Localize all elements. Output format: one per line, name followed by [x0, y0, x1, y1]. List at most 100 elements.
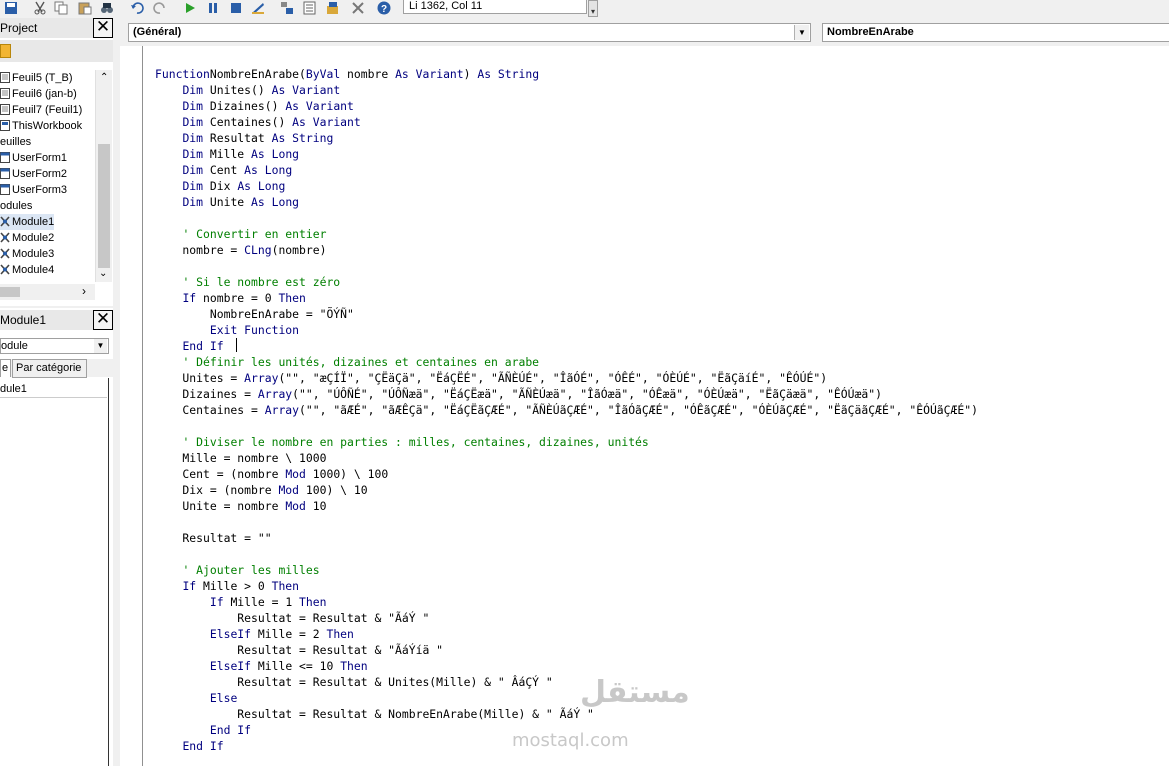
- code-line[interactable]: Dim Resultat As String: [155, 130, 978, 146]
- tree-item-userform1[interactable]: UserForm1: [0, 150, 67, 166]
- code-line[interactable]: ' Si le nombre est zéro: [155, 274, 978, 290]
- code-line[interactable]: If Mille > 0 Then: [155, 578, 978, 594]
- code-line[interactable]: ' Convertir en entier: [155, 226, 978, 242]
- code-line[interactable]: FunctionNombreEnArabe(ByVal nombre As Va…: [155, 66, 978, 82]
- redo-icon[interactable]: [153, 1, 167, 15]
- code-line[interactable]: Dim Unite As Long: [155, 194, 978, 210]
- chevron-down-icon[interactable]: ▼: [94, 339, 107, 353]
- project-horizontal-scrollbar[interactable]: ›: [0, 284, 95, 300]
- code-line[interactable]: ElseIf Mille <= 10 Then: [155, 658, 978, 674]
- toolbox-icon[interactable]: [351, 1, 365, 15]
- code-line[interactable]: NombreEnArabe = "ÕÝÑ": [155, 306, 978, 322]
- code-line[interactable]: Dix = (nombre Mod 100) \ 10: [155, 482, 978, 498]
- tree-item-module1[interactable]: Module1: [0, 214, 55, 230]
- tree-item-module3[interactable]: Module3: [0, 246, 54, 262]
- close-project-button[interactable]: ✕: [93, 18, 113, 38]
- code-line[interactable]: ' Définir les unités, dizaines et centai…: [155, 354, 978, 370]
- code-line[interactable]: [155, 514, 978, 530]
- code-window[interactable]: FunctionNombreEnArabe(ByVal nombre As Va…: [120, 46, 1169, 766]
- save-icon[interactable]: [4, 1, 18, 15]
- code-line[interactable]: Resultat = Resultat & NombreEnArabe(Mill…: [155, 706, 978, 722]
- chevron-down-icon[interactable]: ▼: [794, 25, 809, 40]
- code-line[interactable]: Dim Unites() As Variant: [155, 82, 978, 98]
- tree-item-userform2[interactable]: UserForm2: [0, 166, 67, 182]
- code-line[interactable]: Resultat = "": [155, 530, 978, 546]
- scroll-right-icon[interactable]: ›: [82, 284, 86, 298]
- close-properties-button[interactable]: ✕: [93, 310, 113, 330]
- tree-item-feuil7-feuil1[interactable]: Feuil7 (Feuil1): [0, 102, 82, 118]
- code-keyword: As Long: [244, 163, 293, 177]
- cut-icon[interactable]: [33, 1, 47, 15]
- run-icon[interactable]: [183, 1, 197, 15]
- tree-item-userform3[interactable]: UserForm3: [0, 182, 67, 198]
- tree-item-module4[interactable]: Module4: [0, 262, 54, 278]
- splitter[interactable]: [113, 18, 120, 766]
- code-line[interactable]: Resultat = Resultat & Unites(Mille) & " …: [155, 674, 978, 690]
- code-line[interactable]: If Mille = 1 Then: [155, 594, 978, 610]
- tree-item-thisworkbook[interactable]: ThisWorkbook: [0, 118, 82, 134]
- project-explorer-icon[interactable]: [280, 1, 294, 15]
- code-line[interactable]: Dizaines = Array("", "ÚÔÑÉ", "ÚÔÑæä", "Ë…: [155, 386, 978, 402]
- procedure-selector[interactable]: NombreEnArabe: [822, 23, 1169, 42]
- form-icon: [0, 168, 10, 179]
- code-text-segment: [155, 659, 210, 673]
- code-line[interactable]: Dim Cent As Long: [155, 162, 978, 178]
- code-line[interactable]: Unites = Array("", "æÇÍÏ", "ÇËäÇä", "ËáÇ…: [155, 370, 978, 386]
- paste-icon[interactable]: [78, 1, 92, 15]
- h-scroll-thumb[interactable]: [0, 287, 20, 297]
- tab-categorized[interactable]: Par catégorie: [12, 359, 87, 378]
- code-line[interactable]: If nombre = 0 Then: [155, 290, 978, 306]
- code-line[interactable]: Dim Centaines() As Variant: [155, 114, 978, 130]
- code-line[interactable]: End If: [155, 338, 978, 354]
- code-line[interactable]: Mille = nombre \ 1000: [155, 450, 978, 466]
- break-icon[interactable]: [206, 1, 220, 15]
- help-icon[interactable]: ?: [377, 1, 391, 15]
- code-line[interactable]: Dim Mille As Long: [155, 146, 978, 162]
- undo-icon[interactable]: [130, 1, 144, 15]
- code-line[interactable]: nombre = CLng(nombre): [155, 242, 978, 258]
- tree-item-label: Module1: [12, 216, 55, 228]
- find-icon[interactable]: [100, 1, 114, 15]
- design-mode-icon[interactable]: [251, 1, 265, 15]
- code-line[interactable]: Centaines = Array("", "ãÆÉ", "ãÆÊÇä", "Ë…: [155, 402, 978, 418]
- code-line[interactable]: ' Diviser le nombre en parties : milles,…: [155, 434, 978, 450]
- reset-icon[interactable]: [229, 1, 243, 15]
- tree-item-feuil6-jan-b[interactable]: Feuil6 (jan-b): [0, 86, 77, 102]
- folder-toggle-icon[interactable]: [0, 44, 11, 58]
- tree-item-module2[interactable]: Module2: [0, 230, 54, 246]
- code-text-segment: Dizaines =: [155, 387, 258, 401]
- code-text-segment: Mille: [203, 147, 252, 161]
- code-line[interactable]: Dim Dizaines() As Variant: [155, 98, 978, 114]
- code-line[interactable]: Dim Dix As Long: [155, 178, 978, 194]
- project-vertical-scrollbar[interactable]: ⌃ ⌄: [95, 70, 112, 282]
- tree-item-feuil5-t-b[interactable]: Feuil5 (T_B): [0, 70, 73, 86]
- code-line[interactable]: Exit Function: [155, 322, 978, 338]
- toolbar-overflow-button[interactable]: ▾: [588, 0, 598, 17]
- scroll-down-icon[interactable]: ⌄: [99, 268, 107, 279]
- code-line[interactable]: Cent = (nombre Mod 1000) \ 100: [155, 466, 978, 482]
- code-line[interactable]: ElseIf Mille = 2 Then: [155, 626, 978, 642]
- object-browser-icon[interactable]: [326, 1, 340, 15]
- code-line[interactable]: [155, 418, 978, 434]
- code-line[interactable]: Resultat = Resultat & "ÃáÝ ": [155, 610, 978, 626]
- scroll-thumb[interactable]: [98, 144, 110, 268]
- tree-item-label: Module2: [12, 232, 55, 244]
- code-line[interactable]: ' Ajouter les milles: [155, 562, 978, 578]
- code-line[interactable]: Else: [155, 690, 978, 706]
- tree-item-euilles[interactable]: euilles: [0, 134, 31, 150]
- object-combo[interactable]: odule ▼: [0, 338, 109, 354]
- property-row[interactable]: dule1: [0, 381, 107, 398]
- properties-icon[interactable]: [303, 1, 317, 15]
- code-line[interactable]: [155, 546, 978, 562]
- code-text[interactable]: FunctionNombreEnArabe(ByVal nombre As Va…: [155, 66, 978, 754]
- code-line[interactable]: [155, 258, 978, 274]
- scroll-up-icon[interactable]: ⌃: [100, 72, 108, 83]
- copy-icon[interactable]: [54, 1, 68, 15]
- object-selector[interactable]: (Général) ▼: [128, 23, 811, 42]
- tab-alphabetical[interactable]: e: [0, 359, 11, 377]
- code-line[interactable]: [155, 210, 978, 226]
- indicator-margin[interactable]: [120, 46, 143, 766]
- tree-item-odules[interactable]: odules: [0, 198, 32, 214]
- code-line[interactable]: Unite = nombre Mod 10: [155, 498, 978, 514]
- code-line[interactable]: Resultat = Resultat & "ÃáÝíä ": [155, 642, 978, 658]
